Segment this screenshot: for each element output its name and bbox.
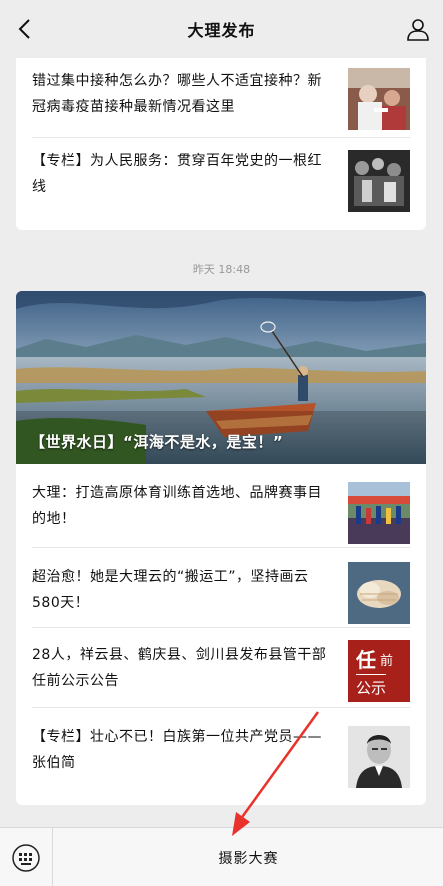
page-title: 大理发布: [187, 21, 256, 40]
profile-button[interactable]: [403, 14, 433, 44]
article-item[interactable]: 【专栏】为人民服务：贯穿百年党史的一根红线: [32, 138, 410, 230]
keyboard-icon: [12, 843, 40, 872]
hero-article[interactable]: 【世界水日】“洱海不是水，是宝！”: [16, 291, 426, 464]
thumb-text-ren: 任: [356, 648, 376, 672]
hero-caption: 【世界水日】“洱海不是水，是宝！”: [30, 433, 284, 451]
article-title: 【专栏】为人民服务：贯穿百年党史的一根红线: [32, 153, 322, 195]
article-thumbnail-sports: [348, 482, 410, 544]
bottom-menu-bar: 摄影大赛: [0, 827, 443, 886]
article-title: 超治愈！她是大理云的“搬运工”，坚持画云580天！: [32, 569, 309, 611]
chevron-left-icon: [18, 19, 30, 39]
article-item[interactable]: 超治愈！她是大理云的“搬运工”，坚持画云580天！: [32, 548, 410, 628]
thumb-text-qian: 前: [380, 654, 394, 669]
article-title: 28人，祥云县、鹤庆县、剑川县发布县管干部任前公示公告: [32, 647, 327, 689]
article-title: 大理：打造高原体育训练首选地、品牌赛事目的地！: [32, 485, 322, 527]
article-thumbnail-notice: 任 前 公示: [348, 640, 410, 702]
article-item[interactable]: 大理：打造高原体育训练首选地、品牌赛事目的地！: [32, 464, 410, 548]
article-thumbnail-vaccine: [348, 68, 410, 130]
article-card-previous: 错过集中接种怎么办？哪些人不适宜接种？新冠病毒疫苗接种最新情况看这里 【专栏】为…: [16, 50, 426, 230]
article-thumbnail-cloud-painting: [348, 562, 410, 624]
keyboard-toggle-button[interactable]: [0, 828, 53, 886]
article-item[interactable]: 28人，祥云县、鹤庆县、剑川县发布县管干部任前公示公告 任 前 公示: [32, 628, 410, 708]
article-item[interactable]: 错过集中接种怎么办？哪些人不适宜接种？新冠病毒疫苗接种最新情况看这里: [32, 50, 410, 138]
back-button[interactable]: [10, 14, 38, 44]
article-title: 错过集中接种怎么办？哪些人不适宜接种？新冠病毒疫苗接种最新情况看这里: [32, 73, 322, 115]
article-card-latest: 【世界水日】“洱海不是水，是宝！” 大理：打造高原体育训练首选地、品牌赛事目的地…: [16, 291, 426, 805]
article-thumbnail-portrait: [348, 726, 410, 788]
article-item[interactable]: 【专栏】壮心不已！白族第一位共产党员——张伯简: [32, 708, 410, 805]
top-nav-bar: 大理发布: [0, 0, 443, 58]
article-title: 【专栏】壮心不已！白族第一位共产党员——张伯简: [32, 729, 322, 771]
article-thumbnail-history: [348, 150, 410, 212]
menu-button-photo-contest[interactable]: 摄影大赛: [54, 828, 443, 886]
message-timestamp: 昨天 18:48: [192, 263, 251, 276]
user-icon: [407, 19, 429, 41]
thumb-text-gongshi: 公示: [356, 674, 387, 698]
